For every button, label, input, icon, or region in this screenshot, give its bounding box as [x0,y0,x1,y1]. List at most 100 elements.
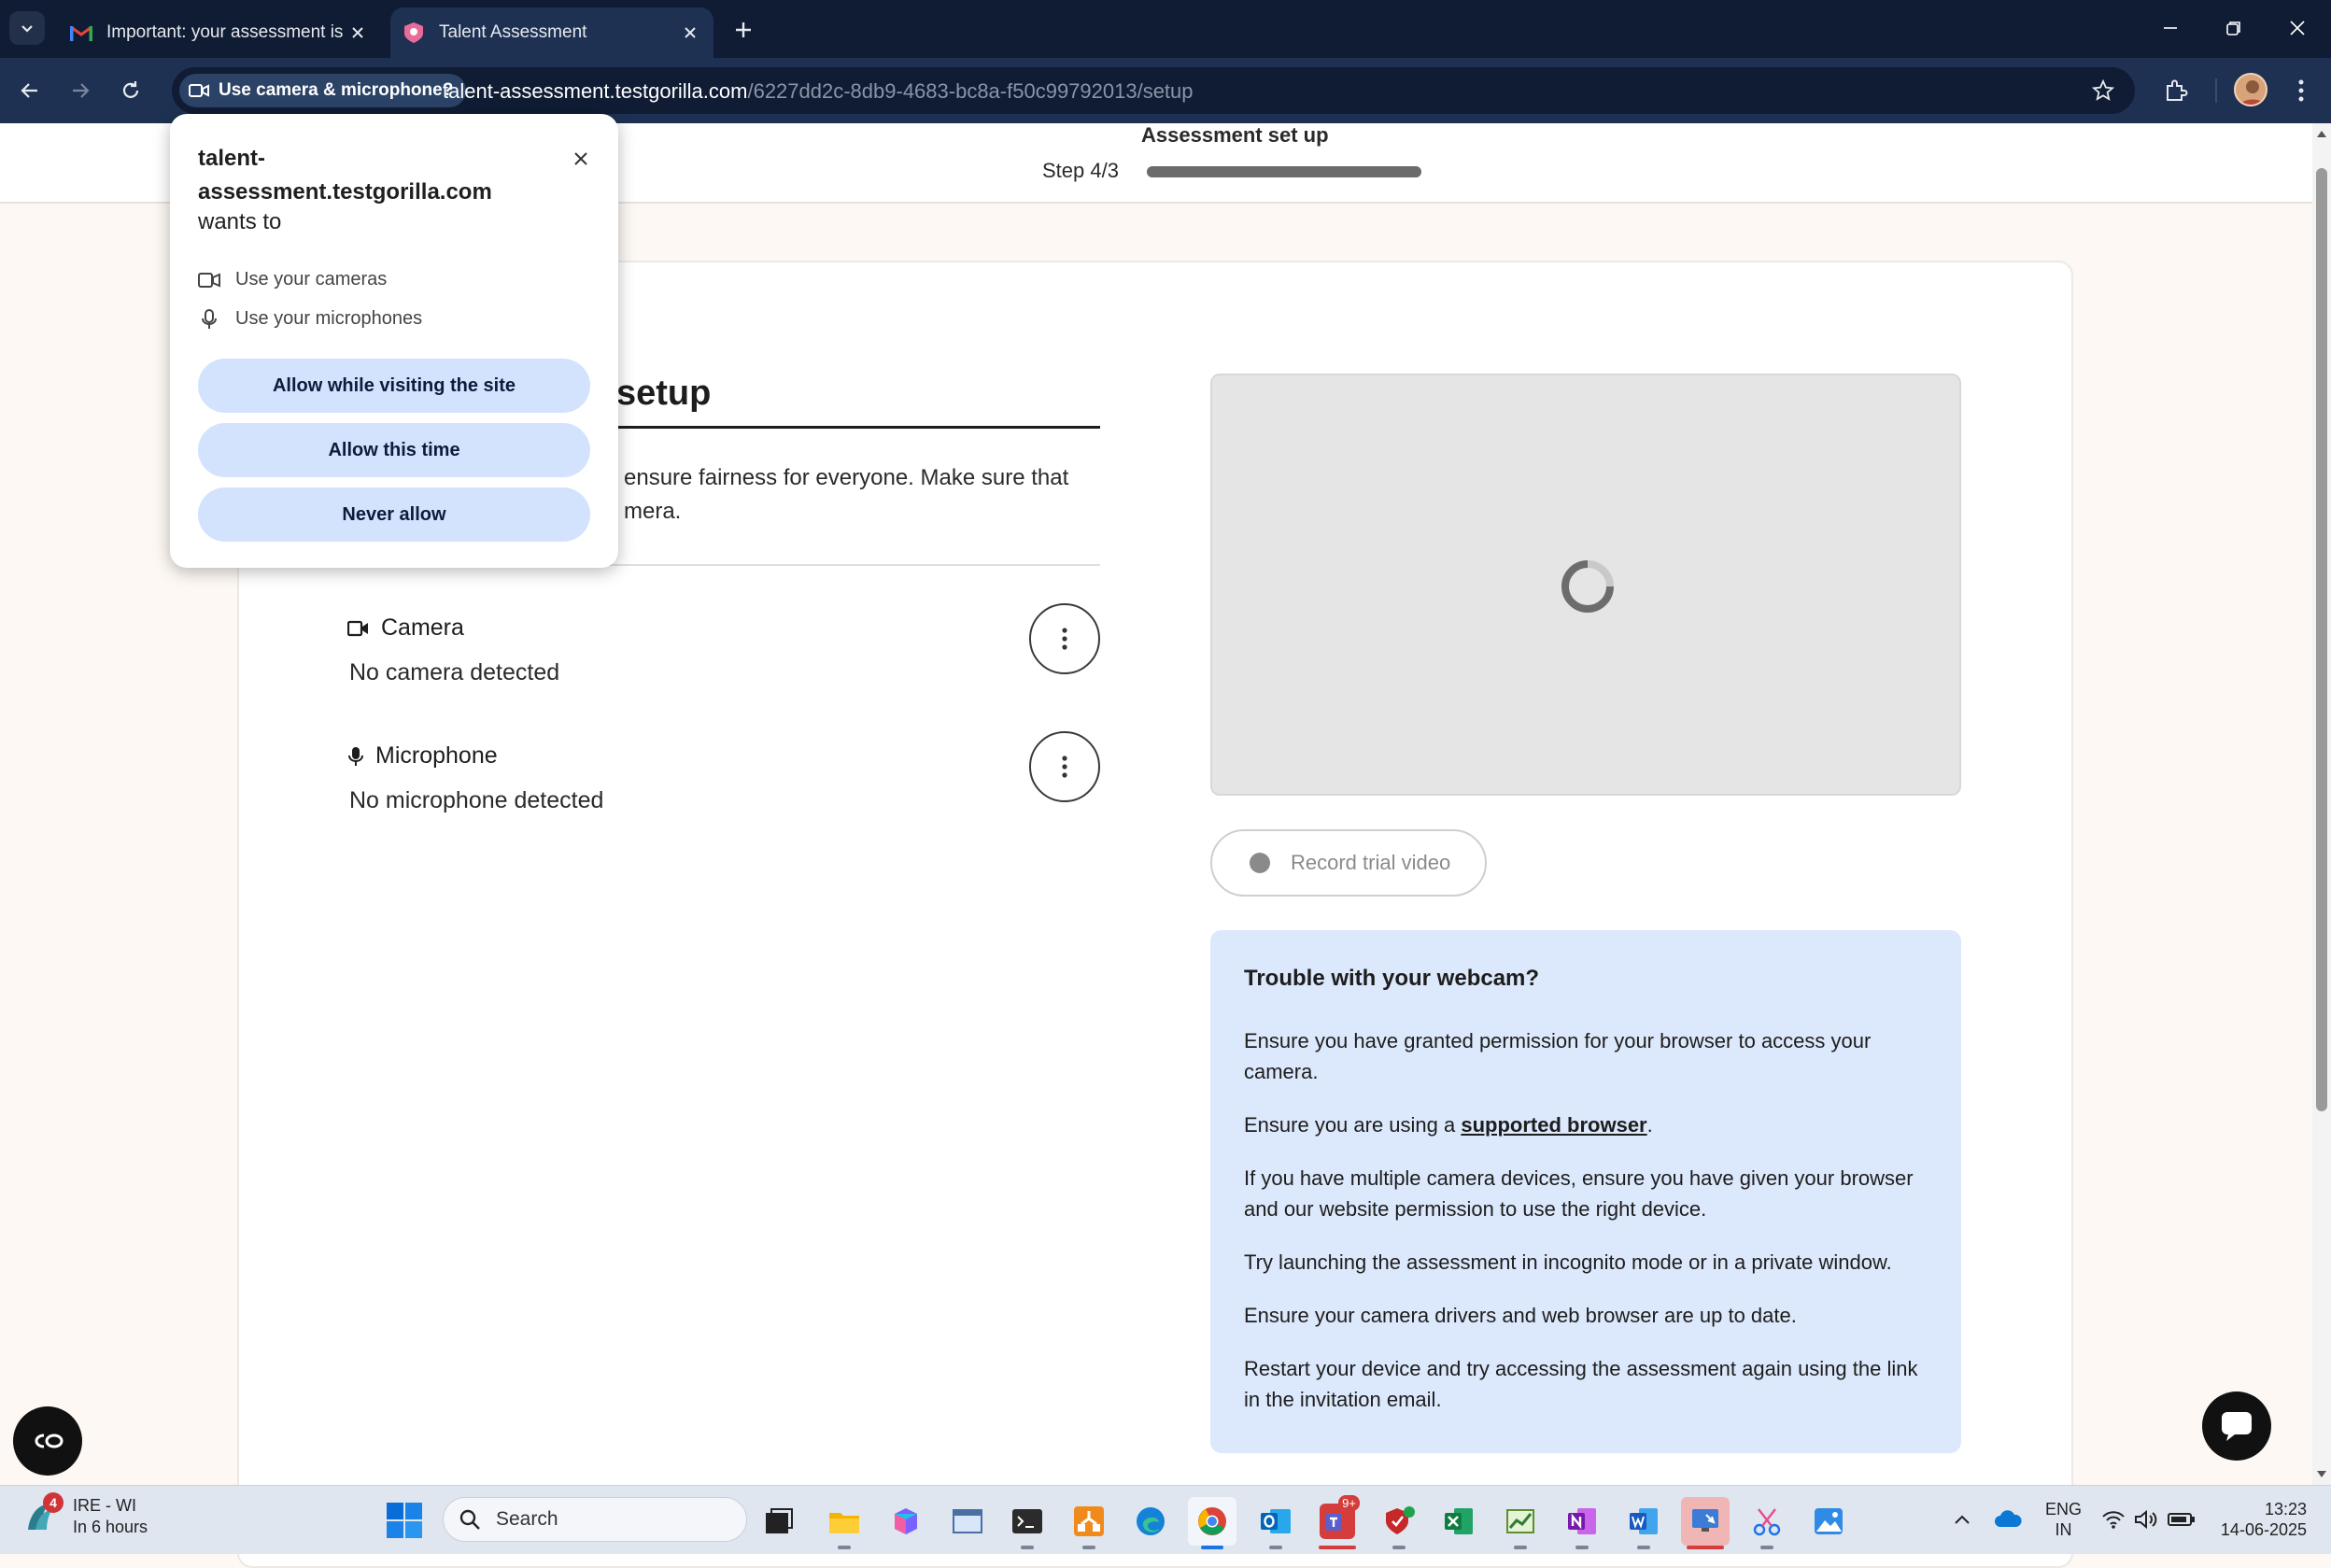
tab-search-button[interactable] [9,11,45,45]
profile-avatar[interactable] [2234,73,2267,106]
outlook-icon [1258,1504,1293,1539]
running-indicator [1201,1546,1223,1549]
browser-tab-bar: Important: your assessment is w Talent A… [0,0,2331,58]
window-app[interactable] [943,1497,992,1546]
video-preview [1210,374,1961,796]
weather-icon: 4 [21,1492,64,1537]
scroll-up-icon[interactable] [2315,127,2328,140]
teams-app[interactable]: 9+ [1313,1495,1362,1549]
word-app[interactable] [1619,1497,1668,1549]
chat-button[interactable] [2202,1391,2271,1461]
tab-close-icon[interactable] [344,19,372,47]
popup-close-button[interactable] [566,144,596,174]
toolbar-divider [2215,78,2217,103]
volume-button[interactable] [2131,1497,2163,1542]
input-language[interactable]: ENG IN [2045,1499,2082,1540]
back-button[interactable] [11,72,49,109]
arrow-right-icon [73,83,90,98]
outlook-app[interactable] [1251,1497,1300,1549]
task-view-app[interactable] [755,1497,803,1546]
wifi-button[interactable] [2098,1497,2129,1542]
task-view-icon [761,1504,797,1539]
close-icon [2290,21,2305,35]
permission-chip[interactable]: Use camera & microphone? [179,74,467,107]
chrome-menu-button[interactable] [2282,72,2320,109]
start-button[interactable] [385,1501,424,1540]
allow-while-visiting-button[interactable]: Allow while visiting the site [198,359,590,413]
tab-title: Important: your assessment is w [106,22,344,42]
clock-date: 14-06-2025 [2220,1520,2307,1539]
terminal-app[interactable] [1003,1497,1052,1549]
m365-copilot-icon [888,1504,924,1539]
scroll-down-icon[interactable] [2315,1468,2328,1481]
weather-text: IRE - WI In 6 hours [73,1495,148,1538]
taskbar-search[interactable]: Search [443,1497,747,1542]
microphone-heading: Microphone [347,742,498,770]
microphone-icon [202,308,217,329]
scrollbar-thumb[interactable] [2316,168,2327,1111]
weather-title: IRE - WI [73,1496,136,1515]
accessibility-button[interactable] [13,1406,82,1476]
file-explorer-app[interactable] [820,1497,869,1549]
remote-desktop-icon [1688,1504,1723,1539]
tab-talent-assessment[interactable]: Talent Assessment [390,7,713,58]
step-progress-fill [1147,166,1421,177]
setup-heading: setup [616,374,712,413]
onenote-app[interactable] [1558,1497,1606,1549]
supported-browser-link[interactable]: supported browser [1461,1113,1646,1137]
battery-button[interactable] [2165,1497,2198,1542]
camera-label: Camera [381,614,464,641]
restore-button[interactable] [2211,9,2256,47]
chevron-down-icon [21,25,33,33]
camera-status: No camera detected [349,659,560,685]
setup-intro-text: ensure fairness for everyone. Make sure … [624,465,1069,524]
bookmark-star-button[interactable] [2088,76,2118,106]
weather-subtitle: In 6 hours [73,1518,148,1536]
url-text[interactable]: talent-assessment.testgorilla.com/6227dd… [443,79,1194,104]
green-chart-app[interactable] [1496,1497,1545,1549]
help-title: Trouble with your webcam? [1244,966,1540,991]
step-indicator: Step 4/3 [1042,159,1119,182]
microphone-label: Microphone [375,742,498,769]
microphone-options-button[interactable] [1029,731,1100,802]
help-item: Ensure you have granted permission for y… [1244,1029,1872,1083]
teams-badge: 9+ [1338,1495,1360,1511]
popup-wants-to: wants to [198,209,282,234]
weather-widget[interactable]: 4 IRE - WI In 6 hours [21,1492,148,1538]
excel-app[interactable] [1434,1497,1483,1546]
onedrive-button[interactable] [1989,1497,2027,1542]
running-indicator [1269,1546,1282,1549]
edge-app[interactable] [1126,1497,1175,1546]
chevron-up-icon [1955,1515,1970,1524]
permission-cameras: Use your cameras [198,269,387,290]
page-scrollbar[interactable] [2312,123,2331,1485]
system-clock[interactable]: 13:23 14-06-2025 [2213,1499,2307,1540]
never-allow-button[interactable]: Never allow [198,487,590,542]
running-indicator [1760,1546,1773,1549]
camera-options-button[interactable] [1029,603,1100,674]
extensions-button[interactable] [2157,72,2195,109]
minimize-button[interactable] [2148,9,2193,47]
word-icon [1626,1504,1661,1539]
photos-app[interactable] [1804,1497,1853,1546]
video-camera-icon [198,272,220,288]
address-bar[interactable]: Use camera & microphone? talent-assessme… [172,67,2135,114]
chrome-app[interactable] [1188,1497,1236,1549]
language-code: ENG [2045,1500,2083,1519]
snipping-tool-app[interactable] [1743,1497,1791,1549]
record-trial-video-button[interactable]: Record trial video [1210,829,1487,897]
m365-app[interactable] [882,1497,930,1546]
orange-app[interactable] [1065,1497,1113,1549]
forward-button[interactable] [62,72,99,109]
show-hidden-icons-button[interactable] [1948,1497,1976,1542]
permission-microphones-label: Use your microphones [235,308,423,329]
tab-close-icon[interactable] [676,19,704,47]
security-app[interactable] [1375,1497,1423,1549]
remote-desktop-app[interactable] [1681,1497,1730,1549]
chart-app-icon [1503,1504,1538,1539]
allow-this-time-button[interactable]: Allow this time [198,423,590,477]
reload-button[interactable] [112,72,149,109]
tab-gmail[interactable]: Important: your assessment is w [58,7,381,58]
new-tab-button[interactable] [727,13,760,47]
close-window-button[interactable] [2275,9,2320,47]
